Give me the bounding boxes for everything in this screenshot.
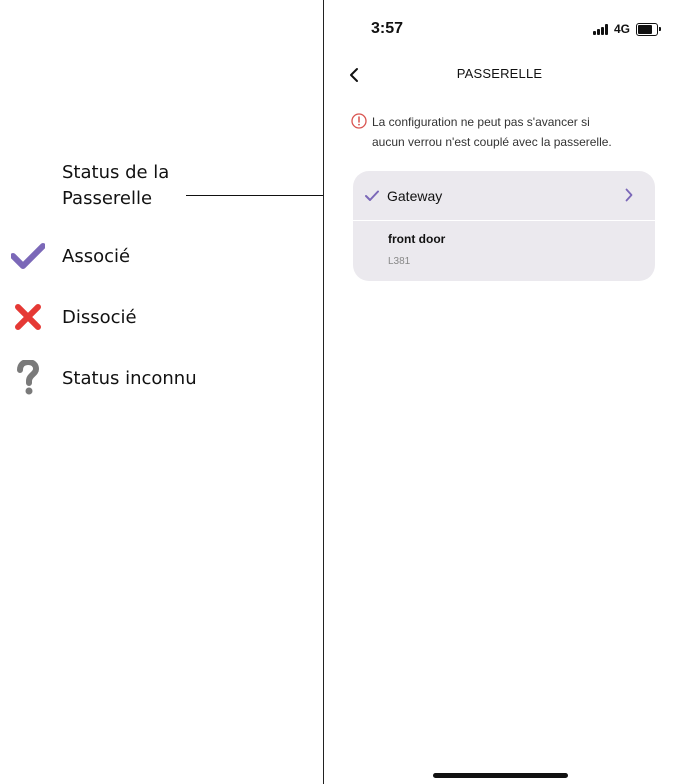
legend-item-dissociated: Dissocié bbox=[8, 299, 137, 335]
legend-item-associated: Associé bbox=[8, 238, 130, 274]
alert-circle-icon bbox=[351, 113, 367, 129]
gateway-status-callout: Status de la Passerelle bbox=[62, 160, 222, 212]
warning-text-line1: La configuration ne peut pas s'avancer s… bbox=[372, 115, 590, 129]
battery-icon bbox=[636, 22, 661, 36]
x-icon bbox=[8, 299, 48, 335]
page-title: PASSERELLE bbox=[456, 66, 543, 81]
status-time: 3:57 bbox=[371, 20, 404, 37]
warning-message: La configuration ne peut pas s'avancer s… bbox=[351, 112, 655, 152]
chevron-right-icon bbox=[625, 188, 633, 202]
callout-text-line2: Passerelle bbox=[62, 188, 153, 209]
check-icon bbox=[365, 190, 379, 201]
legend-label: Dissocié bbox=[62, 306, 137, 328]
card-divider bbox=[353, 220, 655, 221]
gateway-label: Gateway bbox=[387, 187, 443, 204]
callout-text-line1: Status de la bbox=[62, 162, 170, 183]
signal-icon bbox=[592, 23, 608, 35]
home-indicator bbox=[433, 773, 568, 778]
legend-label: Status inconnu bbox=[62, 367, 197, 389]
warning-text-line2: aucun verrou n'est couplé avec la passer… bbox=[372, 135, 612, 149]
legend-label: Associé bbox=[62, 245, 131, 267]
legend-item-unknown: Status inconnu bbox=[8, 360, 197, 396]
status-indicators: 4G bbox=[592, 22, 661, 36]
network-type: 4G bbox=[613, 22, 630, 36]
gateway-row[interactable]: Gateway bbox=[353, 171, 655, 220]
question-icon bbox=[8, 360, 48, 396]
gateway-card: Gateway front door L381 bbox=[353, 171, 655, 281]
lock-name: front door bbox=[388, 232, 446, 246]
phone-screen: 3:57 4G PASSERELLE La configuration ne p… bbox=[323, 0, 675, 784]
lock-model: L381 bbox=[388, 256, 411, 267]
check-icon bbox=[8, 238, 48, 274]
